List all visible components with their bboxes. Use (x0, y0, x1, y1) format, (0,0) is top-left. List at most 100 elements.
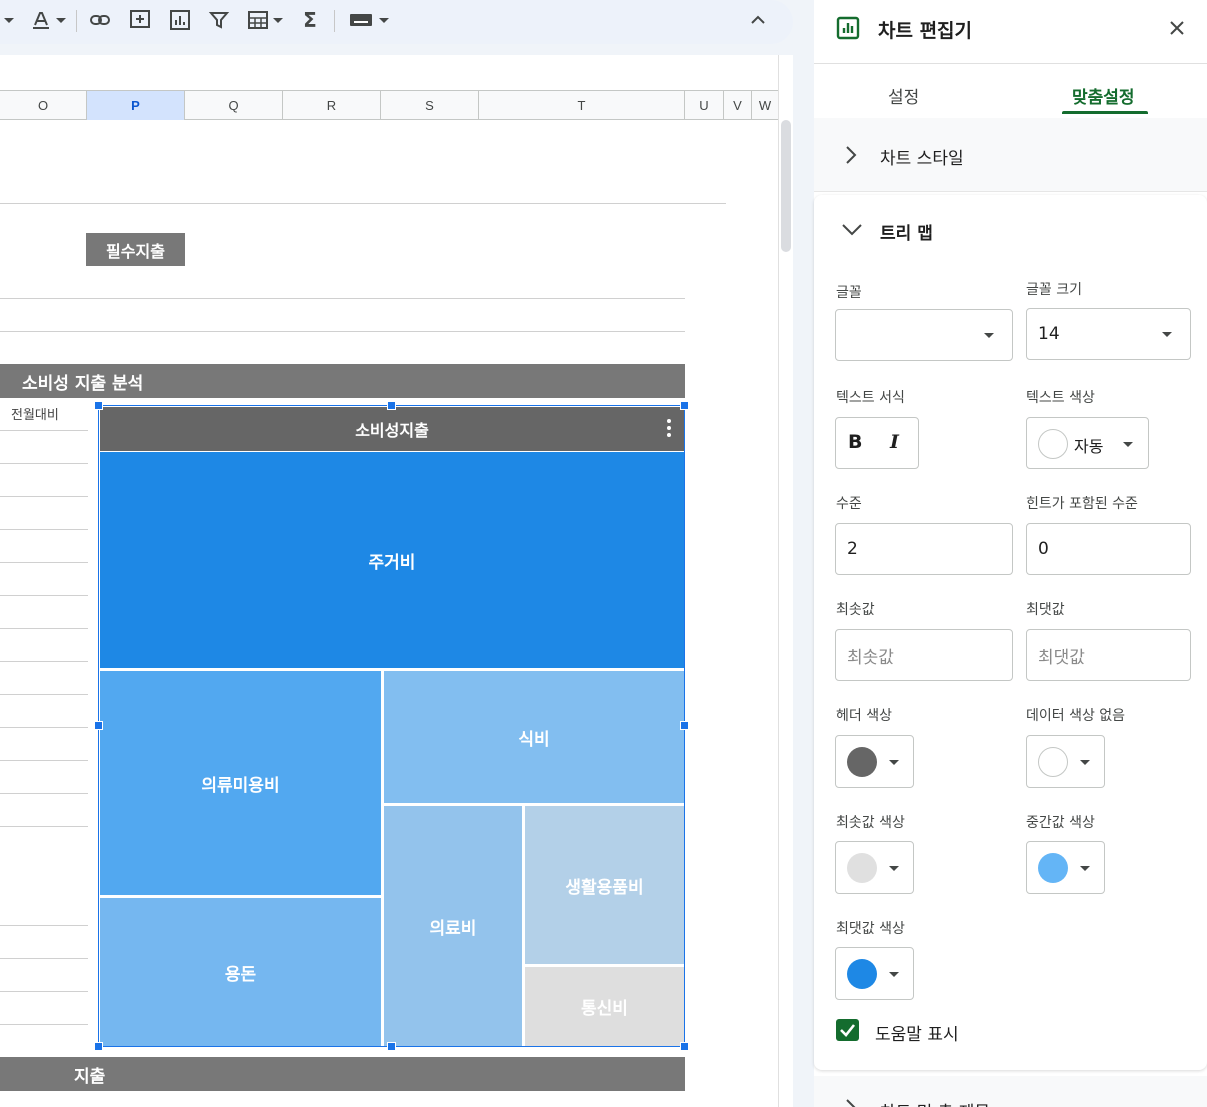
table-view-button[interactable] (244, 6, 286, 34)
tab-customize[interactable]: 맞춤설정 (1072, 83, 1135, 108)
collapse-toolbar-button[interactable] (748, 6, 768, 34)
functions-button[interactable]: Σ (300, 6, 320, 34)
font-size-select[interactable]: 14 (1026, 308, 1191, 360)
column-header-s[interactable]: S (381, 91, 479, 120)
more-options-icon[interactable] (666, 417, 672, 441)
chart-icon (836, 16, 860, 40)
tile-label: 의류미용비 (201, 775, 280, 796)
treemap-chart[interactable]: 소비성지출 주거비 의류미용비 식비 용돈 의료비 생활용품비 통신비 (98, 405, 685, 1047)
level-input[interactable]: 2 (835, 523, 1013, 575)
chart-header[interactable]: 소비성지출 (100, 407, 684, 451)
min-color-swatch (847, 853, 877, 883)
chevron-down-icon[interactable] (841, 223, 863, 237)
max-value-input[interactable]: 최댓값 (1026, 629, 1191, 681)
chevron-right-icon (846, 146, 857, 164)
no-data-color-label: 데이터 색상 없음 (1026, 708, 1126, 724)
resize-handle[interactable] (94, 1042, 103, 1051)
insert-comment-button[interactable] (128, 6, 152, 34)
resize-handle[interactable] (680, 401, 689, 410)
mid-color-swatch (1038, 853, 1068, 883)
scrollbar-thumb[interactable] (781, 120, 791, 252)
caret-down-icon (889, 760, 899, 765)
column-header-p[interactable]: P (87, 91, 185, 120)
link-button[interactable] (88, 6, 112, 34)
text-color-value: 자동 (1074, 437, 1104, 456)
min-color-label: 최솟값 색상 (836, 815, 905, 831)
max-color-select[interactable] (835, 947, 914, 1000)
show-help-label[interactable]: 도움말 표시 (875, 1020, 959, 1045)
column-header-o[interactable]: O (0, 91, 87, 120)
no-data-color-select[interactable] (1026, 735, 1105, 788)
resize-handle[interactable] (680, 1042, 689, 1051)
input-tools-button[interactable] (346, 6, 392, 34)
insert-chart-button[interactable] (168, 6, 192, 34)
treemap-tile[interactable]: 용돈 (100, 898, 381, 1046)
column-header-r[interactable]: R (283, 91, 381, 120)
hint-level-label: 힌트가 포함된 수준 (1026, 496, 1138, 512)
active-tab-indicator (1062, 111, 1148, 114)
header-color-label: 헤더 색상 (836, 708, 892, 724)
caret-down-icon[interactable] (2, 6, 16, 34)
text-format-group: B I (835, 417, 919, 469)
treemap-tile[interactable]: 주거비 (100, 452, 684, 668)
header-color-select[interactable] (835, 735, 914, 788)
resize-handle[interactable] (387, 1042, 396, 1051)
treemap-tile[interactable]: 식비 (384, 671, 684, 803)
prev-month-label: 전월대비 (11, 408, 59, 423)
column-header-q[interactable]: Q (185, 91, 283, 120)
font-select[interactable] (835, 309, 1013, 361)
chart-editor-header: 차트 편집기 (814, 0, 1207, 64)
treemap-tile[interactable]: 의료비 (384, 806, 522, 1046)
filter-button[interactable] (207, 6, 231, 34)
show-help-checkbox[interactable] (836, 1019, 859, 1041)
column-header-v[interactable]: V (724, 91, 752, 120)
column-header-row: O P Q R S T U V W (0, 90, 779, 120)
resize-handle[interactable] (680, 721, 689, 730)
section-treemap-title[interactable]: 트리 맵 (880, 219, 933, 244)
resize-handle[interactable] (94, 721, 103, 730)
min-value-input[interactable]: 최솟값 (835, 629, 1013, 681)
treemap-tile[interactable]: 생활용품비 (525, 806, 684, 964)
min-value-label: 최솟값 (836, 602, 875, 618)
spending-title: 지출 (0, 1057, 685, 1091)
tile-label: 주거비 (368, 552, 416, 573)
resize-handle[interactable] (94, 401, 103, 410)
level-value: 2 (847, 539, 858, 559)
sigma-icon: Σ (303, 8, 317, 32)
caret-down-icon (889, 972, 899, 977)
treemap-options-card: 트리 맵 글꼴 글꼴 크기 14 텍스트 서식 B I 텍스트 색상 자동 수준… (814, 195, 1207, 1070)
caret-down-icon (1123, 442, 1133, 447)
treemap-tile[interactable]: 의류미용비 (100, 671, 381, 895)
caret-down-icon (1080, 866, 1090, 871)
treemap-tile[interactable]: 통신비 (525, 967, 684, 1046)
font-size-label: 글꼴 크기 (1026, 282, 1082, 298)
close-icon[interactable] (1166, 17, 1188, 39)
caret-down-icon (889, 866, 899, 871)
tab-setup[interactable]: 설정 (888, 83, 919, 108)
toolbar: Σ (0, 0, 793, 44)
tile-label: 용돈 (224, 964, 257, 985)
essential-spending-label: 필수지출 (86, 233, 185, 266)
column-header-u[interactable]: U (685, 91, 724, 120)
section-chart-axis-titles[interactable]: 차트 및 축 제목 (814, 1076, 1207, 1107)
caret-down-icon (1162, 332, 1172, 337)
max-placeholder: 최댓값 (1038, 647, 1085, 668)
text-color-button[interactable] (26, 6, 70, 34)
min-color-select[interactable] (835, 841, 914, 894)
text-color-select[interactable]: 자동 (1026, 417, 1149, 469)
resize-handle[interactable] (387, 401, 396, 410)
bold-button[interactable]: B (848, 431, 862, 453)
column-header-w[interactable]: W (752, 91, 779, 120)
hint-level-input[interactable]: 0 (1026, 523, 1191, 575)
table-view-icon (248, 11, 268, 29)
editor-tabs: 설정 맞춤설정 (814, 65, 1207, 117)
mid-color-select[interactable] (1026, 841, 1105, 894)
section-chart-style[interactable]: 차트 스타일 (814, 118, 1207, 192)
chart-header-title: 소비성지출 (355, 421, 429, 440)
chevron-up-icon (751, 15, 765, 24)
max-color-label: 최댓값 색상 (836, 921, 905, 937)
font-size-value: 14 (1038, 324, 1060, 344)
italic-button[interactable]: I (890, 431, 899, 453)
column-header-t[interactable]: T (479, 91, 685, 120)
level-label: 수준 (836, 496, 862, 512)
